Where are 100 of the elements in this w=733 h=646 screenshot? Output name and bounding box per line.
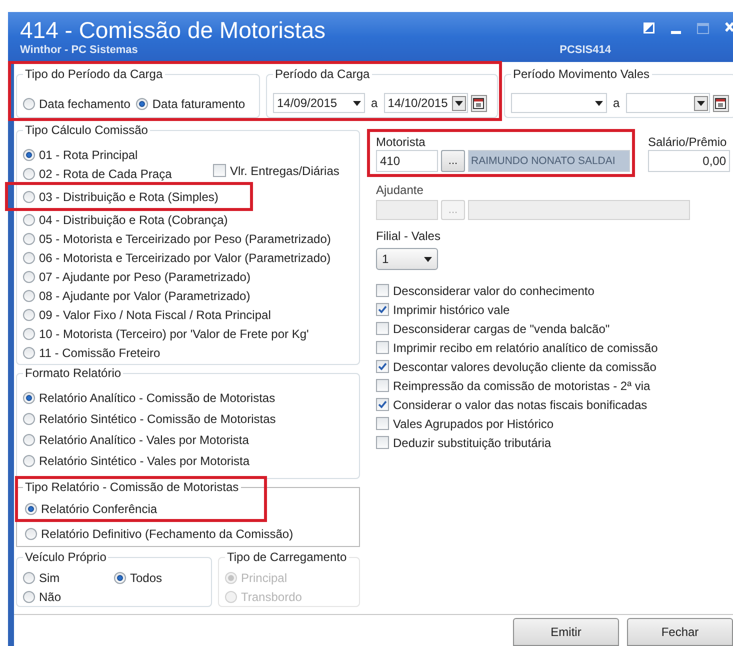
- radio-button[interactable]: [23, 290, 35, 302]
- checkbox-label: Vales Agrupados por Histórico: [393, 416, 554, 432]
- radio-label: 11 - Comissão Freteiro: [39, 344, 160, 362]
- restore-icon[interactable]: [643, 22, 655, 34]
- dropdown-button[interactable]: [694, 96, 708, 110]
- checkbox-label: Descontar valores devolução cliente da comissão: [393, 358, 656, 376]
- group-title: Tipo Relatório - Comissão de Motoristas: [23, 480, 241, 494]
- separator-label: a: [371, 95, 378, 112]
- checkbox[interactable]: [376, 303, 389, 316]
- radio-button[interactable]: [23, 190, 35, 202]
- checkbox[interactable]: [376, 341, 389, 354]
- radio-button[interactable]: [23, 214, 35, 226]
- radio-label: 02 - Rota de Cada Praça: [39, 166, 172, 182]
- checkbox[interactable]: [376, 379, 389, 392]
- radio-button[interactable]: [114, 572, 126, 584]
- checkbox-label: Considerar o valor das notas fiscais bonificadas: [393, 396, 648, 414]
- radio-button[interactable]: [136, 98, 148, 110]
- radio-button[interactable]: [23, 346, 35, 358]
- lookup-button[interactable]: ...: [441, 150, 465, 172]
- group-title: Período da Carga: [273, 67, 372, 81]
- checkbox-label: Reimpressão da comissão de motoristas - 2ª via: [393, 378, 650, 394]
- calendar-button[interactable]: [712, 94, 729, 112]
- caret-icon: [353, 100, 361, 106]
- caret-icon: [696, 100, 705, 106]
- checkbox[interactable]: [376, 284, 389, 297]
- radio-button[interactable]: [23, 232, 35, 244]
- radio-label: 03 - Distribuição e Rota (Simples): [39, 188, 218, 206]
- checkbox-label: Desconsiderar cargas de "venda balcão": [393, 320, 610, 338]
- name-field: RAIMUNDO NONATO SALDAI: [468, 150, 630, 172]
- checkbox[interactable]: [376, 322, 389, 335]
- radio-button[interactable]: [23, 252, 35, 264]
- radio-label: 01 - Rota Principal: [39, 146, 138, 164]
- group-title: Tipo do Período da Carga: [23, 67, 165, 81]
- radio-button[interactable]: [25, 502, 37, 514]
- window-title: 414 - Comissão de Motoristas: [20, 16, 326, 44]
- dialog-button[interactable]: Fechar: [627, 618, 733, 646]
- radio-label: Relatório Definitivo (Fechamento da Comissão): [41, 526, 294, 542]
- checkbox-label: Imprimir recibo em relatório analítico de comissão: [393, 340, 658, 356]
- radio-label: 10 - Motorista (Terceiro) por 'Valor de Frete por Kg': [39, 326, 309, 342]
- dialog-button[interactable]: Emitir: [513, 618, 619, 646]
- group-title: Formato Relatório: [23, 366, 124, 380]
- checkbox[interactable]: [213, 164, 226, 177]
- radio-button[interactable]: [23, 590, 35, 602]
- radio-button[interactable]: [23, 148, 35, 160]
- radio-label: Todos: [130, 570, 162, 586]
- checkbox-label: Vlr. Entregas/Diárias: [230, 162, 340, 180]
- dropdown-button[interactable]: [452, 96, 466, 110]
- radio-label: Sim: [39, 570, 60, 586]
- input-field[interactable]: 410: [376, 150, 438, 172]
- caret-icon: [454, 100, 463, 106]
- checkbox-label: Deduzir substituição tributária: [393, 434, 552, 452]
- caret-icon: [595, 100, 603, 106]
- input-field[interactable]: 0,00: [648, 150, 730, 172]
- radio-label: 05 - Motorista e Terceirizado por Peso (Parametrizado): [39, 230, 331, 248]
- checkbox[interactable]: [376, 436, 389, 449]
- radio-button[interactable]: [23, 328, 35, 340]
- maximize-icon[interactable]: [697, 22, 709, 34]
- radio-button[interactable]: [23, 454, 35, 466]
- radio-label: 07 - Ajudante por Peso (Parametrizado): [39, 268, 250, 286]
- radio-label: 04 - Distribuição e Rota (Cobrança): [39, 212, 228, 228]
- radio-label: 08 - Ajudante por Valor (Parametrizado): [39, 288, 250, 304]
- group-title: Veículo Próprio: [23, 550, 108, 564]
- checkbox-label: Imprimir histórico vale: [393, 302, 510, 318]
- group-title: Tipo de Carregamento: [225, 550, 349, 564]
- field-label: Ajudante: [376, 182, 424, 198]
- field-label: Motorista: [376, 134, 426, 150]
- radio-button[interactable]: [23, 392, 35, 404]
- date-field[interactable]: 14/10/2015: [384, 93, 468, 113]
- checkbox-label: Desconsiderar valor do conhecimento: [393, 282, 594, 300]
- select-field[interactable]: 1: [376, 248, 438, 270]
- group-title: Tipo Cálculo Comissão: [23, 123, 150, 137]
- radio-button[interactable]: [23, 168, 35, 180]
- date-field[interactable]: [626, 93, 710, 113]
- field-label: Filial - Vales: [376, 228, 440, 244]
- radio-label: Relatório Sintético - Vales por Motorista: [39, 452, 250, 470]
- window-subtitle: Winthor - PC Sistemas: [20, 44, 138, 57]
- radio-button[interactable]: [23, 98, 35, 110]
- radio-button[interactable]: [23, 434, 35, 446]
- radio-button[interactable]: [25, 528, 37, 540]
- separator-label: a: [613, 95, 620, 112]
- radio-label: 09 - Valor Fixo / Nota Fiscal / Rota Principal: [39, 306, 271, 324]
- radio-label: Relatório Analítico - Vales por Motorista: [39, 432, 249, 448]
- caret-icon: [424, 256, 432, 262]
- radio-label: Relatório Analítico - Comissão de Motoristas: [39, 390, 276, 406]
- date-field[interactable]: [511, 93, 607, 113]
- program-code: PCSIS414: [560, 44, 611, 57]
- radio-button[interactable]: [23, 412, 35, 424]
- date-field[interactable]: 14/09/2015: [273, 93, 365, 113]
- calendar-button[interactable]: [470, 94, 487, 112]
- radio-button[interactable]: [23, 270, 35, 282]
- close-icon[interactable]: [725, 22, 733, 34]
- radio-button[interactable]: [23, 572, 35, 584]
- radio-label: Data fechamento: [39, 96, 130, 112]
- group-title: Período Movimento Vales: [511, 67, 652, 81]
- radio-label: Relatório Conferência: [41, 500, 158, 518]
- radio-label: Principal: [241, 570, 288, 586]
- radio-button[interactable]: [23, 308, 35, 320]
- checkbox[interactable]: [376, 417, 389, 430]
- checkbox[interactable]: [376, 398, 389, 411]
- checkbox[interactable]: [376, 360, 389, 373]
